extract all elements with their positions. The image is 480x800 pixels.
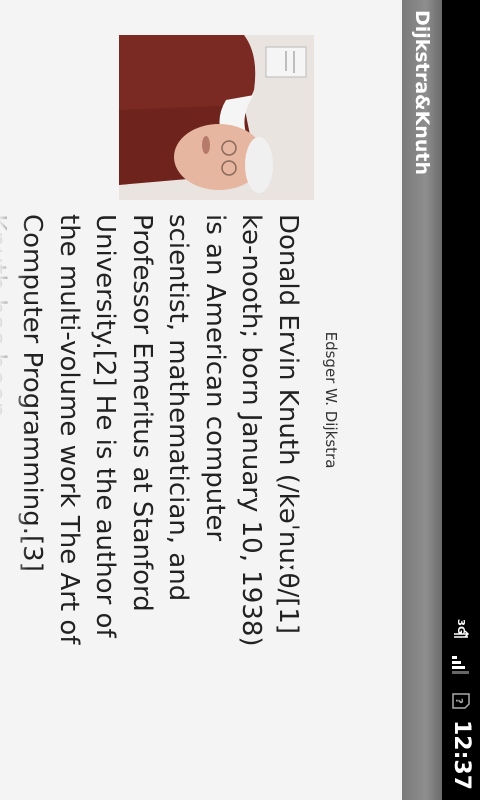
article-paragraph: Donald Ervin Knuth (/kəˈnuːθ/[1] kə-noot…	[0, 214, 303, 647]
clock: 12:37	[449, 719, 474, 790]
app-title: Dijkstra&Knuth	[411, 10, 433, 175]
svg-text:?: ?	[453, 698, 464, 704]
network-3g-icon: 3G	[450, 618, 472, 640]
scroll-fade	[0, 214, 28, 694]
content-area[interactable]: Edsger W. Dijkstra Donald Ervin Knuth (/…	[0, 0, 402, 800]
portrait-photo	[119, 35, 314, 200]
signal-icon	[450, 654, 472, 676]
status-icons: 3G ?	[450, 618, 472, 712]
sim-icon: ?	[450, 690, 472, 712]
status-bar: 3G ? 12:37	[442, 0, 480, 800]
network-label: 3G	[455, 619, 466, 634]
title-bar: Dijkstra&Knuth	[402, 0, 442, 800]
photo-caption: Edsger W. Dijkstra	[322, 331, 340, 469]
